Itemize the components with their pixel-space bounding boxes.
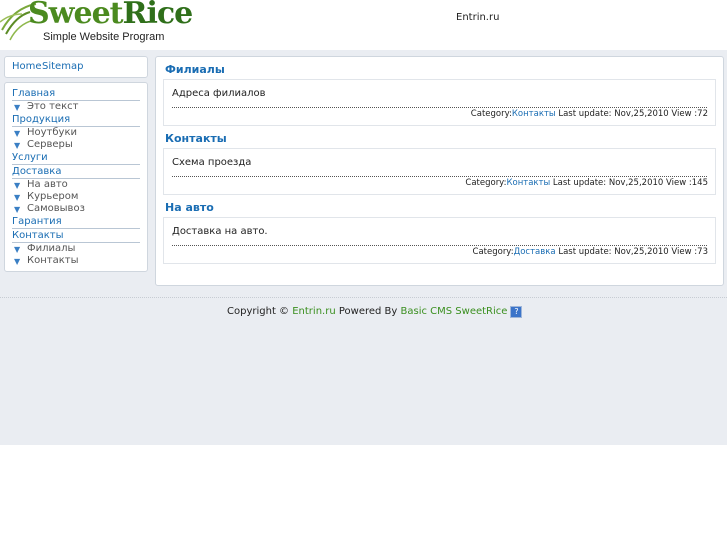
nav-item-kontakty[interactable]: Контакты: [12, 230, 140, 243]
nav-subitem-samovyvoz[interactable]: ▼ Самовывоз: [12, 203, 140, 215]
logo-word-rice: Rice: [122, 0, 194, 31]
logo-tagline: Simple Website Program: [43, 31, 165, 43]
section-title-filialy[interactable]: Филиалы: [165, 63, 225, 76]
top-links-panel: Home Sitemap: [4, 56, 148, 78]
nav-subitem-kurerom[interactable]: ▼ Курьером: [12, 191, 140, 203]
footer-site-link[interactable]: Entrin.ru: [292, 306, 335, 317]
chevron-down-icon: ▼: [14, 141, 21, 150]
nav-subitem-kontakty[interactable]: ▼ Контакты: [12, 255, 140, 267]
divider: [172, 176, 707, 177]
divider: [172, 245, 707, 246]
nav-subitem-na-avto[interactable]: ▼ На авто: [12, 179, 140, 191]
post-card: Доставка на авто. Category:Доставка Last…: [163, 217, 716, 264]
post-body: Адреса филиалов: [172, 88, 266, 99]
powered-by-text: Powered By: [335, 306, 401, 317]
chevron-down-icon: ▼: [14, 205, 21, 214]
footer-divider: [0, 297, 727, 298]
sidebar-nav: Главная ▼ Это текст Продукция ▼ Ноутбуки ▼…: [4, 82, 148, 272]
help-icon[interactable]: ?: [510, 306, 523, 318]
nav-item-garantiya[interactable]: Гарантия: [12, 216, 140, 229]
nav-subitem-noutbuki[interactable]: ▼ Ноутбуки: [12, 127, 140, 139]
sitemap-link[interactable]: Sitemap: [42, 61, 83, 72]
post-meta: Category:Доставка Last update: Nov,25,20…: [472, 247, 708, 257]
site-name: Entrin.ru: [456, 12, 500, 23]
footer-cms-link[interactable]: Basic CMS SweetRice: [401, 306, 508, 317]
post-meta: Category:Контакты Last update: Nov,25,20…: [465, 178, 708, 188]
post-meta: Category:Контакты Last update: Nov,25,20…: [470, 109, 708, 119]
post-card: Адреса филиалов Category:Контакты Last u…: [163, 79, 716, 126]
nav-item-dostavka[interactable]: Доставка: [12, 166, 140, 179]
sweetrice-logo[interactable]: SweetRice Simple Website Program: [0, 0, 193, 46]
nav-item-uslugi[interactable]: Услуги: [12, 152, 140, 165]
logo-word-sweet: Sweet: [28, 0, 124, 31]
nav-subitem-servery[interactable]: ▼ Серверы: [12, 139, 140, 151]
post-body: Схема проезда: [172, 157, 252, 168]
nav-subitem-eto-tekst[interactable]: ▼ Это текст: [12, 101, 140, 113]
main-content: Филиалы Адреса филиалов Category:Контакт…: [155, 56, 724, 286]
post-card: Схема проезда Category:Контакты Last upd…: [163, 148, 716, 195]
nav-item-produktsiya[interactable]: Продукция: [12, 114, 140, 127]
nav-subitem-filialy[interactable]: ▼ Филиалы: [12, 243, 140, 255]
post-body: Доставка на авто.: [172, 226, 268, 237]
home-link[interactable]: Home: [12, 61, 42, 72]
category-link[interactable]: Доставка: [514, 247, 556, 257]
nav-item-glavnaya[interactable]: Главная: [12, 88, 140, 101]
section-title-na-avto[interactable]: На авто: [165, 201, 214, 214]
category-link[interactable]: Контакты: [506, 178, 550, 188]
copyright-text: Copyright ©: [227, 306, 293, 317]
chevron-down-icon: ▼: [14, 257, 21, 266]
section-title-kontakty[interactable]: Контакты: [165, 132, 227, 145]
chevron-down-icon: ▼: [14, 103, 21, 112]
divider: [172, 107, 707, 108]
category-link[interactable]: Контакты: [512, 109, 556, 119]
header: SweetRice Simple Website Program Entrin.…: [0, 0, 727, 50]
footer: Copyright © Entrin.ru Powered By Basic C…: [227, 306, 523, 318]
